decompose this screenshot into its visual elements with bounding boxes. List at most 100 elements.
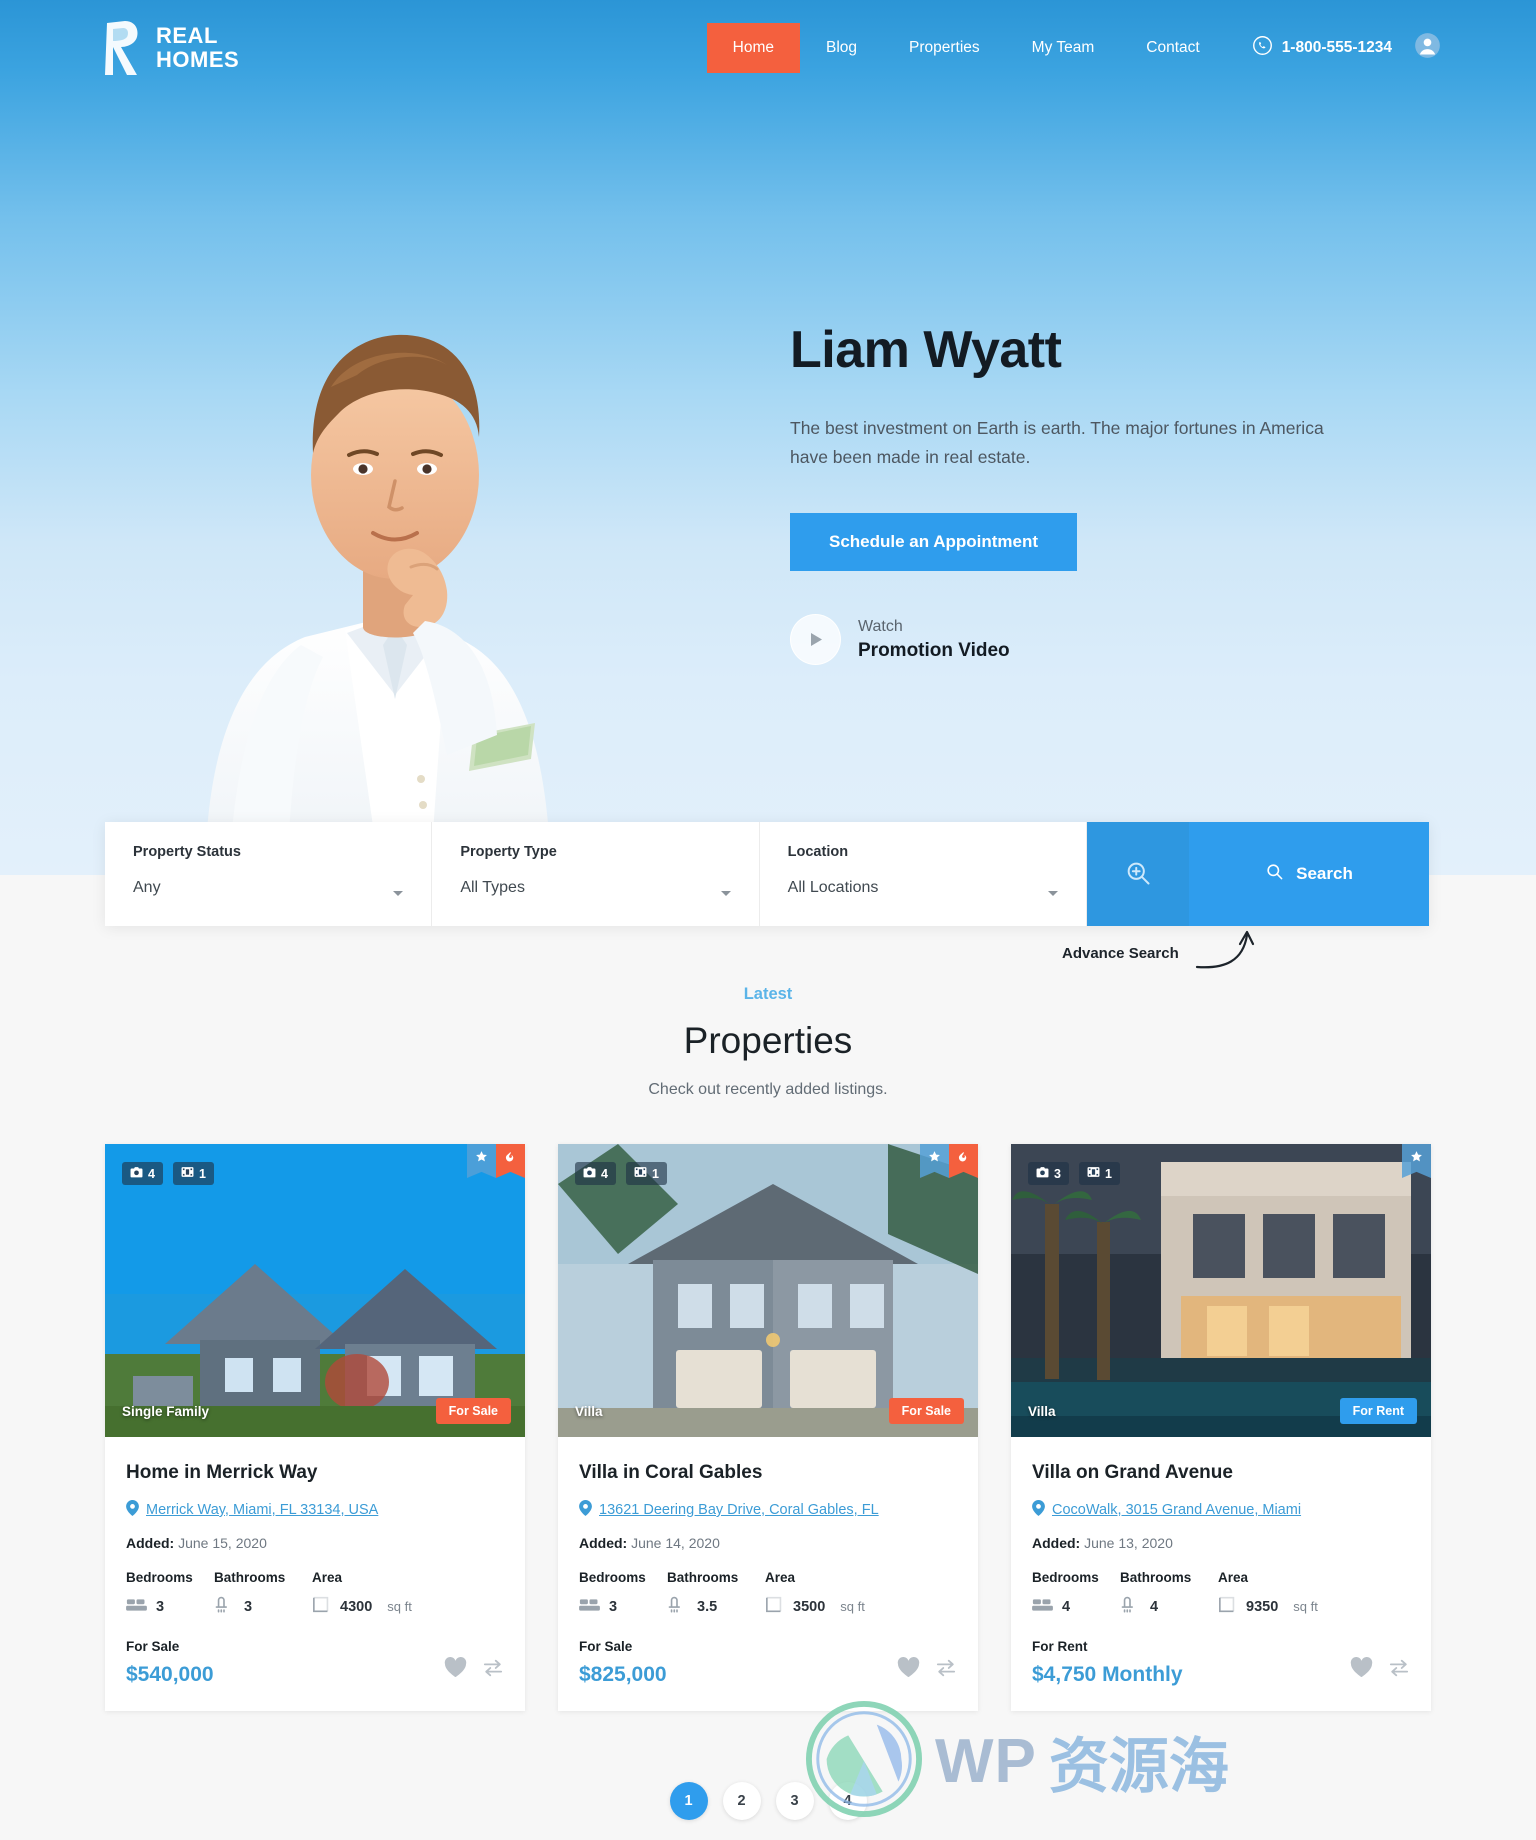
promotion-video-link[interactable]: Watch Promotion Video — [790, 613, 1410, 665]
property-details: Home in Merrick Way Merrick Way, Miami, … — [105, 1437, 525, 1617]
property-title[interactable]: Home in Merrick Way — [126, 1462, 504, 1484]
property-meta-headers: Bedrooms Bathrooms Area — [579, 1570, 957, 1585]
property-address[interactable]: CocoWalk, 3015 Grand Avenue, Miami — [1032, 1500, 1410, 1520]
property-card-list: 4 1 Single Family For Sale Home in Merri… — [0, 1144, 1536, 1711]
bathrooms-label: Bathrooms — [214, 1570, 286, 1585]
favorite-heart-icon[interactable] — [1350, 1657, 1373, 1683]
property-price: $540,000 — [126, 1663, 214, 1686]
property-status-value[interactable]: Any — [133, 879, 403, 897]
property-status-field[interactable]: Property Status Any — [105, 822, 433, 926]
card-action-icons — [1350, 1657, 1410, 1687]
area-unit: sq ft — [1293, 1599, 1318, 1614]
photo-count-badge: 3 — [1028, 1162, 1069, 1185]
property-meta-values: 3 3.5 3500 sq ft — [579, 1596, 957, 1617]
price-status: For Sale — [126, 1639, 180, 1654]
bathrooms-label: Bathrooms — [1120, 1570, 1192, 1585]
property-ribbons — [920, 1144, 978, 1178]
page-button-2[interactable]: 2 — [722, 1782, 761, 1820]
chevron-down-icon[interactable] — [720, 891, 731, 896]
phone-number: 1-800-555-1234 — [1281, 38, 1392, 56]
property-card[interactable]: 4 1 — [105, 1144, 525, 1711]
property-ribbons — [1402, 1144, 1431, 1178]
video-title: Promotion Video — [858, 640, 1010, 662]
photo-count: 4 — [148, 1166, 155, 1181]
compare-icon[interactable] — [935, 1658, 957, 1683]
property-card[interactable]: 4 1 — [558, 1144, 978, 1711]
page-button-3[interactable]: 3 — [775, 1782, 814, 1820]
search-button[interactable]: Search — [1188, 822, 1429, 926]
nav-item-contact[interactable]: Contact — [1120, 23, 1225, 73]
property-status-tag: For Sale — [888, 1398, 964, 1424]
bed-icon — [126, 1597, 147, 1617]
page-button-1[interactable]: 1 — [669, 1782, 708, 1820]
area-icon — [312, 1596, 331, 1617]
property-type-field[interactable]: Property Type All Types — [432, 822, 760, 926]
shower-icon — [214, 1596, 235, 1617]
property-ribbons — [467, 1144, 525, 1178]
location-label: Location — [787, 844, 849, 860]
nav-item-home[interactable]: Home — [706, 22, 800, 73]
site-logo[interactable]: REAL HOMES — [103, 19, 239, 77]
property-image[interactable]: 4 1 — [105, 1144, 525, 1437]
area-icon — [1218, 1596, 1237, 1617]
location-field[interactable]: Location All Locations — [760, 822, 1087, 926]
property-price-row: For Sale $540,000 — [105, 1639, 525, 1711]
page-button-4[interactable]: 4 — [828, 1782, 867, 1820]
bedrooms-label: Bedrooms — [1032, 1570, 1099, 1585]
property-title[interactable]: Villa in Coral Gables — [579, 1462, 957, 1484]
nav-item-my-team[interactable]: My Team — [1006, 23, 1121, 73]
video-count-badge: 1 — [172, 1162, 214, 1185]
property-address-text: CocoWalk, 3015 Grand Avenue, Miami — [1052, 1502, 1302, 1518]
added-label: Added: — [1032, 1535, 1081, 1551]
card-action-icons — [444, 1657, 504, 1687]
property-added: Added: June 13, 2020 — [1032, 1535, 1410, 1551]
bedrooms-value: 3 — [156, 1598, 165, 1615]
nav-item-blog[interactable]: Blog — [800, 23, 883, 73]
zoom-in-search-icon — [1124, 859, 1152, 890]
favorite-heart-icon[interactable] — [444, 1657, 467, 1683]
property-image[interactable]: 3 1 Villa For Rent — [1011, 1144, 1431, 1437]
chevron-down-icon[interactable] — [393, 891, 404, 896]
video-count-badge: 1 — [625, 1162, 667, 1185]
property-type-tag: Villa — [1028, 1403, 1056, 1419]
compare-icon[interactable] — [482, 1658, 504, 1683]
hot-flame-icon — [949, 1144, 978, 1178]
location-value[interactable]: All Locations — [788, 879, 1058, 897]
bathrooms-value: 3.5 — [697, 1598, 718, 1615]
whatsapp-icon — [1252, 35, 1273, 61]
property-type-label: Property Type — [460, 844, 557, 860]
favorite-heart-icon[interactable] — [897, 1657, 920, 1683]
property-price-row: For Rent $4,750 Monthly — [1011, 1639, 1431, 1711]
area-value-cell: 3500 sq ft — [765, 1596, 865, 1617]
property-address[interactable]: 13621 Deering Bay Drive, Coral Gables, F… — [579, 1500, 957, 1520]
compare-icon[interactable] — [1388, 1658, 1410, 1683]
featured-star-icon — [920, 1144, 949, 1178]
property-search-bar: Property Status Any Property Type All Ty… — [105, 822, 1429, 926]
added-label: Added: — [579, 1535, 628, 1551]
property-address[interactable]: Merrick Way, Miami, FL 33134, USA — [126, 1500, 504, 1520]
user-account-icon[interactable] — [1414, 32, 1441, 64]
added-date: June 15, 2020 — [178, 1535, 267, 1551]
video-count-badge: 1 — [1078, 1162, 1120, 1185]
bathrooms-value-cell: 3 — [214, 1596, 312, 1617]
schedule-appointment-button[interactable]: Schedule an Appointment — [790, 512, 1078, 571]
advance-search-annotation: Advance Search — [1062, 945, 1179, 962]
property-added: Added: June 14, 2020 — [579, 1535, 957, 1551]
advance-search-button[interactable] — [1086, 822, 1189, 926]
agent-description: The best investment on Earth is earth. T… — [790, 418, 1324, 468]
property-status-tag: For Rent — [1339, 1398, 1417, 1424]
play-icon[interactable] — [790, 613, 841, 665]
search-icon — [1265, 862, 1284, 886]
area-value-cell: 9350 sq ft — [1218, 1596, 1318, 1617]
property-type-value[interactable]: All Types — [460, 879, 730, 897]
added-date: June 14, 2020 — [631, 1535, 720, 1551]
map-pin-icon — [1032, 1500, 1045, 1520]
nav-item-properties[interactable]: Properties — [883, 23, 1006, 73]
phone-link[interactable]: 1-800-555-1234 — [1252, 35, 1392, 61]
property-title[interactable]: Villa on Grand Avenue — [1032, 1462, 1410, 1484]
bathrooms-label: Bathrooms — [667, 1570, 739, 1585]
property-image[interactable]: 4 1 — [558, 1144, 978, 1437]
chevron-down-icon[interactable] — [1047, 891, 1058, 896]
featured-star-icon — [467, 1144, 496, 1178]
property-card[interactable]: 3 1 Villa For Rent Villa on Grand Avenue… — [1011, 1144, 1431, 1711]
